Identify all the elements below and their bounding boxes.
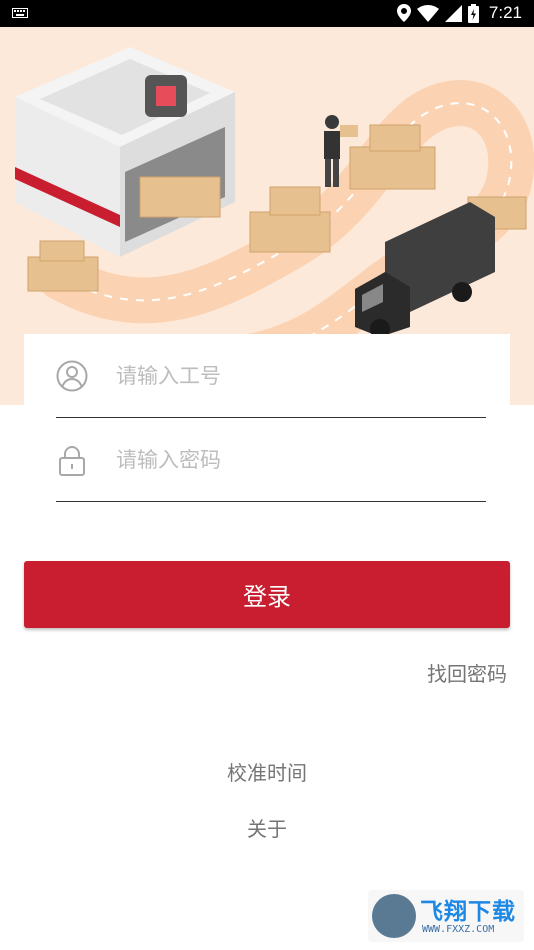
user-icon: [56, 360, 88, 392]
watermark: 飞翔下载 WWW.FXXZ.COM: [368, 890, 524, 942]
calibrate-time-link[interactable]: 校准时间: [0, 757, 534, 786]
forgot-password-link[interactable]: 找回密码: [427, 658, 507, 687]
keyboard-icon: [12, 8, 28, 18]
lock-icon: [59, 446, 85, 476]
signal-icon: [444, 4, 462, 22]
location-icon: [396, 4, 411, 22]
username-field: [56, 334, 486, 418]
watermark-logo-icon: [372, 894, 416, 938]
password-field: [56, 418, 486, 502]
status-bar: 7:21: [0, 0, 534, 27]
battery-charging-icon: [467, 3, 479, 23]
watermark-domain: WWW.FXXZ.COM: [422, 924, 495, 935]
login-button[interactable]: 登录: [24, 561, 510, 628]
warehouse-icon: [15, 47, 235, 257]
password-input[interactable]: [116, 440, 476, 480]
status-time: 7:21: [488, 3, 522, 22]
about-link[interactable]: 关于: [0, 813, 534, 842]
login-card: [24, 334, 510, 520]
wifi-icon: [416, 4, 439, 22]
watermark-brand: 飞翔下载: [420, 899, 516, 925]
username-input[interactable]: [116, 356, 476, 396]
